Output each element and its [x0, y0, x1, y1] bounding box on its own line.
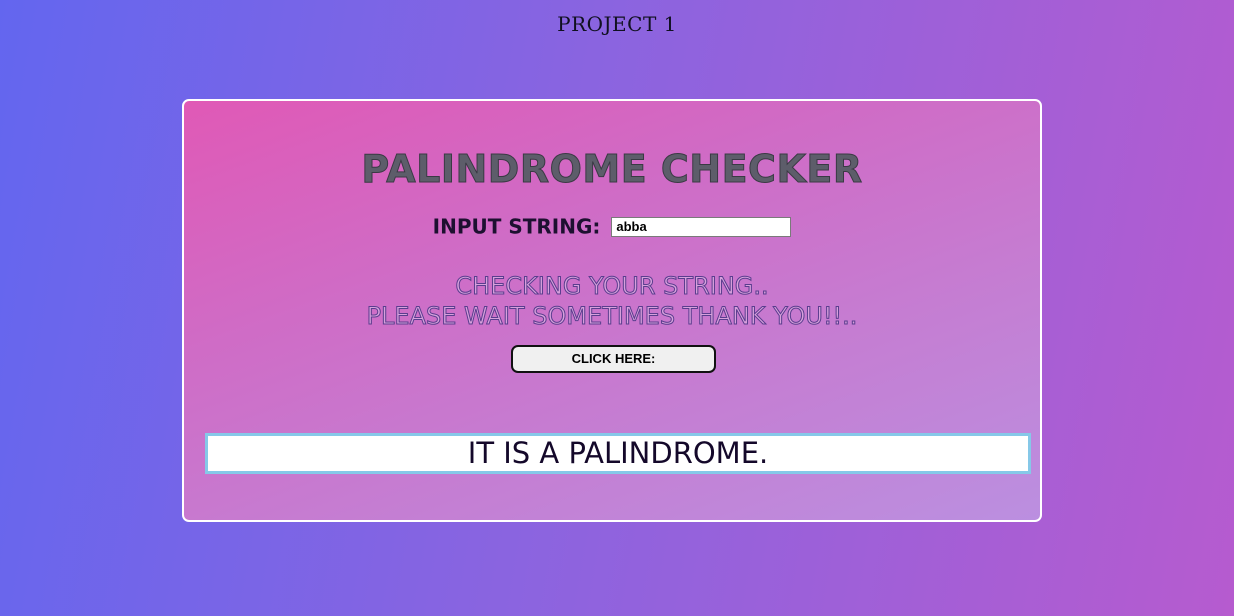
project-title: PROJECT 1: [557, 12, 677, 36]
input-string-field[interactable]: [611, 216, 792, 237]
wait-message: CHECKING YOUR STRING.. PLEASE WAIT SOMET…: [184, 271, 1040, 331]
result-output: IT IS A PALINDROME.: [205, 433, 1031, 474]
page-title: PALINDROME CHECKER: [361, 147, 863, 192]
input-row: INPUT STRING:: [184, 213, 1040, 239]
wait-message-line-2: PLEASE WAIT SOMETIMES THANK YOU!!..: [366, 302, 858, 331]
palindrome-card: PALINDROME CHECKER INPUT STRING: CHECKIN…: [182, 99, 1042, 522]
wait-message-line-1: CHECKING YOUR STRING..: [455, 272, 769, 301]
input-string-label: INPUT STRING:: [432, 214, 601, 239]
click-here-button[interactable]: CLICK HERE:: [511, 345, 716, 373]
